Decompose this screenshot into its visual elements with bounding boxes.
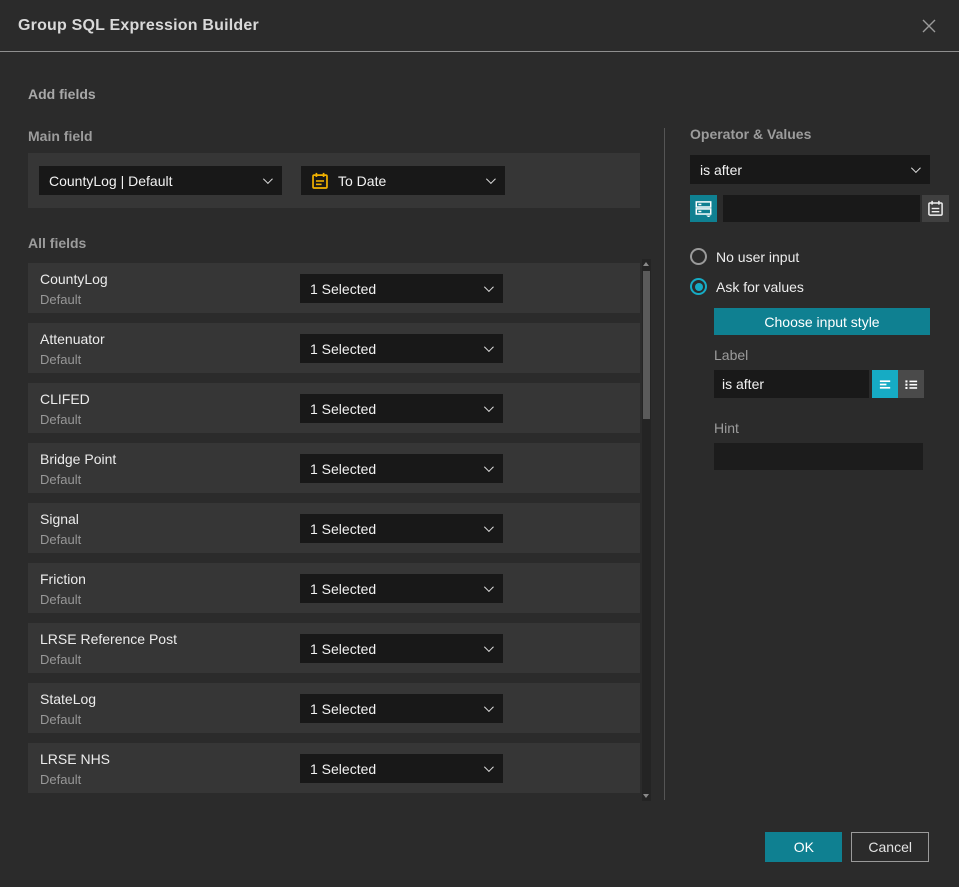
main-field-panel: CountyLog | Default To Date <box>28 153 640 208</box>
radio-unselected-icon <box>690 248 707 265</box>
close-icon <box>921 18 937 34</box>
field-row-attenuator: Attenuator Default 1 Selected <box>28 323 640 373</box>
label-input-row <box>714 370 930 398</box>
chevron-down-icon <box>483 282 494 293</box>
label-caption: Label <box>714 347 749 363</box>
chevron-down-icon <box>483 522 494 533</box>
main-field-dropdown-value: CountyLog | Default <box>49 172 173 189</box>
no-user-input-radio[interactable]: No user input <box>690 248 930 265</box>
calendar-icon <box>311 172 329 190</box>
ask-for-values-radio[interactable]: Ask for values <box>690 278 930 295</box>
field-row-lrse-reference-post: LRSE Reference Post Default 1 Selected <box>28 623 640 673</box>
row-selected-dropdown[interactable]: 1 Selected <box>300 754 503 783</box>
panel-divider <box>664 128 665 800</box>
chevron-down-icon <box>483 702 494 713</box>
row-selected-dropdown[interactable]: 1 Selected <box>300 694 503 723</box>
chevron-down-icon <box>910 163 921 174</box>
ok-button[interactable]: OK <box>765 832 843 862</box>
label-input[interactable] <box>714 370 869 398</box>
row-selected-dropdown[interactable]: 1 Selected <box>300 634 503 663</box>
scroll-up-arrow-icon[interactable] <box>643 262 649 266</box>
dialog-title: Group SQL Expression Builder <box>18 16 259 34</box>
scrollbar-thumb[interactable] <box>643 271 650 419</box>
row-selected-dropdown[interactable]: 1 Selected <box>300 454 503 483</box>
group-sql-expression-builder-dialog: { "header": { "title": "Group SQL Expres… <box>0 0 959 887</box>
date-picker-button[interactable] <box>922 195 949 222</box>
field-row-bridge-point: Bridge Point Default 1 Selected <box>28 443 640 493</box>
chevron-down-icon <box>483 342 494 353</box>
all-fields-list: CountyLog Default 1 Selected Attenuator … <box>28 259 651 801</box>
input-mode-radios: No user input Ask for values <box>690 248 930 295</box>
add-fields-section: Main field CountyLog | Default To Date A… <box>28 128 651 803</box>
row-selected-dropdown[interactable]: 1 Selected <box>300 574 503 603</box>
list-icon <box>904 377 919 392</box>
row-selected-dropdown[interactable]: 1 Selected <box>300 514 503 543</box>
chevron-down-icon <box>262 174 273 185</box>
main-field-heading: Main field <box>28 128 93 144</box>
dialog-header: Group SQL Expression Builder <box>0 0 959 52</box>
choose-input-style-button[interactable]: Choose input style <box>714 308 930 335</box>
row-selected-dropdown[interactable]: 1 Selected <box>300 394 503 423</box>
chevron-down-icon <box>485 174 496 185</box>
close-button[interactable] <box>917 14 941 38</box>
scroll-down-arrow-icon[interactable] <box>643 794 649 798</box>
hint-input[interactable] <box>714 443 923 470</box>
single-value-style-toggle[interactable] <box>872 370 898 398</box>
add-fields-heading: Add fields <box>28 86 96 102</box>
row-selected-dropdown[interactable]: 1 Selected <box>300 334 503 363</box>
date-type-dropdown[interactable]: To Date <box>301 166 505 195</box>
row-selected-dropdown[interactable]: 1 Selected <box>300 274 503 303</box>
main-field-dropdown[interactable]: CountyLog | Default <box>39 166 282 195</box>
chevron-down-icon <box>483 642 494 653</box>
chevron-down-icon <box>483 762 494 773</box>
cancel-button[interactable]: Cancel <box>851 832 929 862</box>
operator-dropdown-value: is after <box>700 161 743 178</box>
value-input-row <box>690 195 949 222</box>
dialog-footer: OK Cancel <box>765 832 929 862</box>
field-row-countylog: CountyLog Default 1 Selected <box>28 263 640 313</box>
value-input[interactable] <box>723 195 920 222</box>
calendar-icon <box>927 200 944 217</box>
field-row-statelog: StateLog Default 1 Selected <box>28 683 640 733</box>
radio-selected-icon <box>690 278 707 295</box>
chevron-down-icon <box>483 582 494 593</box>
chevron-down-icon <box>483 462 494 473</box>
operator-dropdown[interactable]: is after <box>690 155 930 184</box>
operator-values-panel: Operator & Values is after No user input… <box>690 126 949 470</box>
operator-values-heading: Operator & Values <box>690 126 812 142</box>
field-row-signal: Signal Default 1 Selected <box>28 503 640 553</box>
list-style-toggle[interactable] <box>898 370 924 398</box>
chevron-down-icon <box>483 402 494 413</box>
list-scrollbar[interactable] <box>642 259 651 801</box>
hint-caption: Hint <box>714 420 739 436</box>
ask-for-values-options: Choose input style Label is after Hint <box>714 308 930 470</box>
values-stack-icon <box>695 200 712 217</box>
field-row-lrse-nhs: LRSE NHS Default 1 Selected <box>28 743 640 793</box>
field-row-friction: Friction Default 1 Selected <box>28 563 640 613</box>
align-left-icon <box>878 377 893 392</box>
field-row-clifed: CLIFED Default 1 Selected <box>28 383 640 433</box>
all-fields-heading: All fields <box>28 235 87 251</box>
get-values-button[interactable] <box>690 195 717 222</box>
date-type-dropdown-value: To Date <box>338 172 387 189</box>
